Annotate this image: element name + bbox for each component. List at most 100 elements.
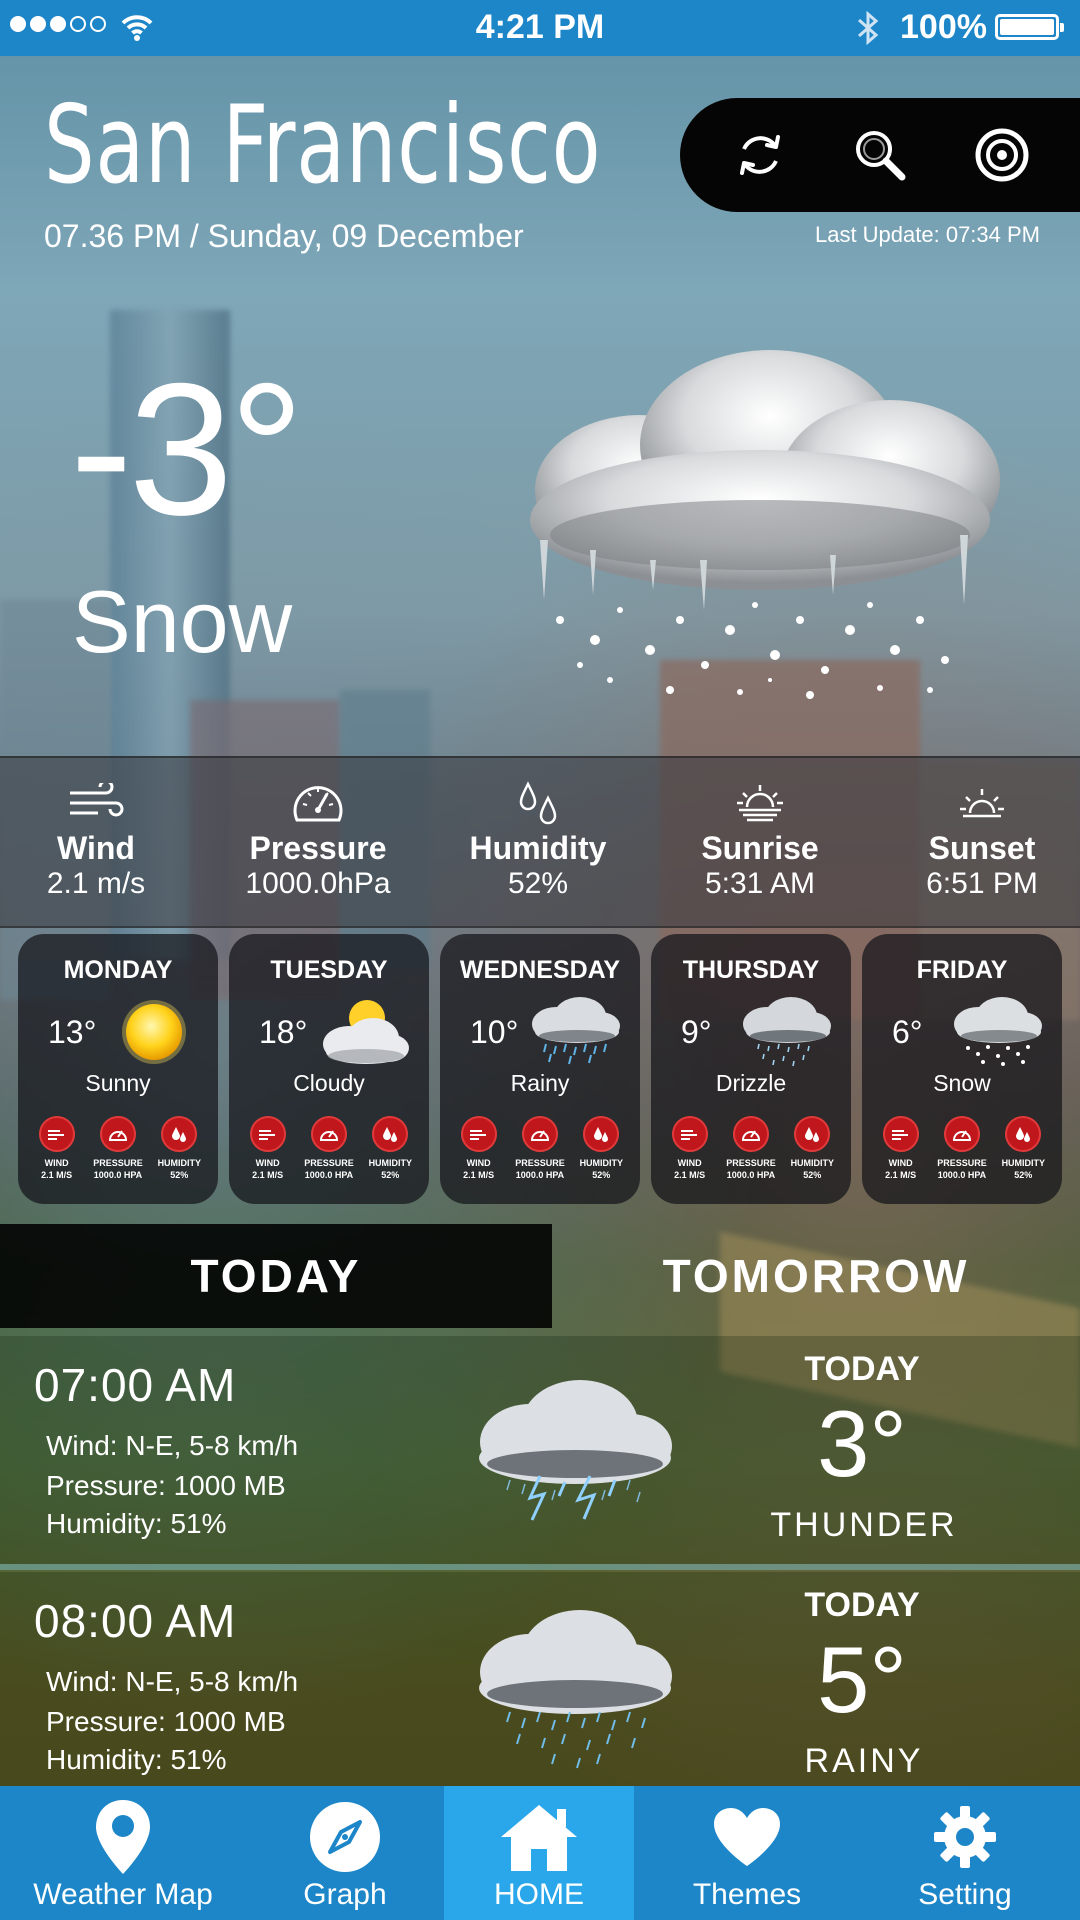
- mini-pressure: PRESSURE 1000.0 HPA: [512, 1116, 568, 1181]
- mini-pressure: PRESSURE 1000.0 HPA: [301, 1116, 357, 1181]
- wind-icon: [70, 783, 124, 817]
- droplets-icon: [383, 1127, 398, 1142]
- mini-pressure: PRESSURE 1000.0 HPA: [90, 1116, 146, 1181]
- wind-icon: [891, 1130, 908, 1140]
- nav-label: Themes: [692, 1878, 802, 1911]
- forecast-temp: 18°: [259, 1014, 308, 1050]
- sunrise-icon: [737, 785, 783, 822]
- forecast-card-wednesday[interactable]: WEDNESDAY 10° Rainy WIND 2.1 M/S PRESSURE…: [440, 934, 640, 1204]
- forecast-temp: 13°: [48, 1014, 97, 1050]
- hourly-day: TODAY: [804, 1586, 920, 1624]
- forecast-condition: Rainy: [510, 1070, 570, 1096]
- rain-cloud-icon: [532, 997, 620, 1065]
- mini-label: WIND: [44, 1158, 69, 1168]
- sunset-icon: [960, 789, 1004, 818]
- mini-humidity: HUMIDITY 52%: [573, 1116, 629, 1181]
- forecast-card-monday[interactable]: MONDAY 13° Sunny WIND 2.1 M/S PRESSURE 100…: [18, 934, 218, 1204]
- mini-wind: WIND 2.1 M/S: [29, 1116, 85, 1181]
- map-pin-icon: [96, 1800, 150, 1874]
- city-name[interactable]: San Francisco: [44, 92, 601, 200]
- mini-label: HUMIDITY: [157, 1158, 202, 1168]
- stat-label: Sunrise: [701, 830, 819, 866]
- gauge-icon: [741, 1130, 760, 1141]
- partly-cloudy-icon: [323, 1000, 409, 1064]
- mini-humidity: HUMIDITY 52%: [995, 1116, 1051, 1181]
- mini-value: 1000.0 HPA: [937, 1170, 987, 1181]
- gear-icon: [934, 1806, 996, 1868]
- mini-label: HUMIDITY: [1001, 1158, 1046, 1168]
- hourly-time: 08:00 AM: [34, 1595, 237, 1647]
- gauge-icon: [530, 1130, 549, 1141]
- forecast-day: THURSDAY: [682, 956, 820, 984]
- weather-stats-bar: Wind 2.1 m/s Pressure 1000.0hPa Humidity…: [0, 756, 1080, 928]
- mini-value: 2.1 M/S: [885, 1170, 917, 1181]
- forecast-temp: 10°: [470, 1014, 519, 1050]
- gauge-icon: [108, 1130, 127, 1141]
- bluetooth-icon: [858, 10, 879, 46]
- status-bar: 4:21 PM 100%: [0, 0, 1080, 56]
- nav-label: Setting: [918, 1878, 1012, 1911]
- snow-cloud-icon: [530, 350, 1000, 699]
- mini-label: PRESSURE: [93, 1158, 143, 1168]
- home-icon: [501, 1805, 577, 1871]
- mini-label: HUMIDITY: [368, 1158, 413, 1168]
- mini-value: 2.1 M/S: [674, 1170, 706, 1181]
- mini-label: HUMIDITY: [579, 1158, 624, 1168]
- mini-wind: WIND 2.1 M/S: [240, 1116, 296, 1181]
- nav-weather-map[interactable]: Weather Map: [0, 1786, 246, 1920]
- drizzle-cloud-icon: [743, 997, 831, 1067]
- search-icon[interactable]: [850, 125, 910, 185]
- mini-value: 1000.0 HPA: [93, 1170, 143, 1181]
- stat-sunrise: Sunrise 5:31 AM: [660, 778, 860, 901]
- mini-value: 52%: [381, 1170, 400, 1181]
- rain-cloud-icon: [479, 1610, 672, 1769]
- mini-wind: WIND 2.1 M/S: [451, 1116, 507, 1181]
- stat-wind: Wind 2.1 m/s: [0, 778, 196, 901]
- wind-icon: [258, 1130, 275, 1140]
- nav-setting[interactable]: Setting: [860, 1786, 1070, 1920]
- forecast-condition: Cloudy: [293, 1070, 365, 1096]
- hourly-row[interactable]: 07:00 AM Wind: N-E, 5-8 km/h Pressure: 1…: [0, 1336, 1080, 1564]
- wind-icon: [680, 1130, 697, 1140]
- refresh-icon[interactable]: [730, 125, 790, 185]
- mini-value: 52%: [1014, 1170, 1033, 1181]
- nav-graph[interactable]: Graph: [246, 1786, 444, 1920]
- tab-tomorrow[interactable]: TOMORROW: [552, 1224, 1080, 1328]
- mini-humidity: HUMIDITY 52%: [151, 1116, 207, 1181]
- droplets-icon: [519, 781, 557, 825]
- location-target-icon[interactable]: [972, 125, 1032, 185]
- compass-icon: [310, 1802, 380, 1872]
- stat-label: Sunset: [928, 830, 1036, 866]
- mini-value: 52%: [592, 1170, 611, 1181]
- gauge-icon: [952, 1130, 971, 1141]
- mini-wind: WIND 2.1 M/S: [873, 1116, 929, 1181]
- row-divider: [0, 1564, 1080, 1570]
- nav-home[interactable]: HOME: [444, 1786, 634, 1920]
- forecast-card-tuesday[interactable]: TUESDAY 18° Cloudy WIND 2.1 M/S PRESSURE 1…: [229, 934, 429, 1204]
- hourly-wind: Wind: N-E, 5-8 km/h: [46, 1666, 299, 1697]
- mini-value: 2.1 M/S: [41, 1170, 73, 1181]
- forecast-card-thursday[interactable]: THURSDAY 9° Drizzle WIND 2.1 M/S PRESSURE…: [651, 934, 851, 1204]
- heart-icon: [714, 1808, 780, 1866]
- mini-value: 1000.0 HPA: [726, 1170, 776, 1181]
- stat-value: 1000.0hPa: [245, 867, 391, 900]
- snow-cloud-icon: [954, 997, 1042, 1066]
- nav-themes[interactable]: Themes: [634, 1786, 860, 1920]
- gauge-icon: [319, 1130, 338, 1141]
- stat-value: 6:51 PM: [926, 867, 1038, 900]
- mini-label: WIND: [466, 1158, 491, 1168]
- forecast-card-friday[interactable]: FRIDAY 6° Snow WIND 2.1 M/S PRESSURE 1000.…: [862, 934, 1062, 1204]
- tab-today[interactable]: TODAY: [0, 1224, 552, 1328]
- hourly-row[interactable]: 08:00 AM Wind: N-E, 5-8 km/h Pressure: 1…: [0, 1572, 1080, 1800]
- mini-label: HUMIDITY: [790, 1158, 835, 1168]
- stat-label: Humidity: [469, 830, 607, 866]
- nav-label: Graph: [303, 1878, 387, 1911]
- forecast-day: MONDAY: [63, 956, 173, 984]
- mini-label: PRESSURE: [304, 1158, 354, 1168]
- hourly-humidity: Humidity: 51%: [46, 1744, 227, 1775]
- mini-label: PRESSURE: [726, 1158, 776, 1168]
- hourly-pressure: Pressure: 1000 MB: [46, 1706, 286, 1737]
- mini-humidity: HUMIDITY 52%: [784, 1116, 840, 1181]
- mini-label: WIND: [255, 1158, 280, 1168]
- droplets-icon: [594, 1127, 609, 1142]
